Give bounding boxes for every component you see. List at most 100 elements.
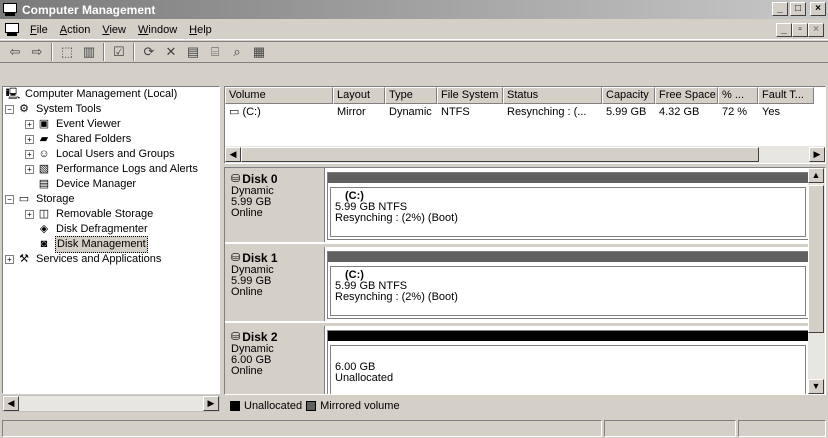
scroll-left-button[interactable]: ◀ <box>3 396 19 411</box>
tree-item-label: Disk Defragmenter <box>56 223 148 235</box>
table-cell: 4.32 GB <box>659 106 700 118</box>
partition-color-bar <box>328 331 808 341</box>
device-manager-icon: ▤ <box>38 178 50 190</box>
disk-name: ⛁ Disk 0 <box>231 173 324 185</box>
up-level-icon[interactable]: ⬚ <box>56 42 78 62</box>
tree-item-services-and-applications[interactable]: + ⚒ Services and Applications <box>3 252 219 267</box>
column-header-fault-t[interactable]: Fault T... <box>758 87 814 104</box>
expand-icon[interactable]: + <box>25 210 34 219</box>
column-header-type[interactable]: Type <box>385 87 437 104</box>
table-cell-text: (C:) <box>242 106 261 118</box>
expand-icon[interactable]: + <box>5 255 14 264</box>
disk-graphical-view: ⛁ Disk 0 Dynamic 5.99 GB Online (C:) 5.99 GB N… <box>224 167 826 395</box>
partition-details: 6.00 GB Unallocated <box>330 345 806 394</box>
scroll-left-button[interactable]: ◀ <box>225 147 241 162</box>
document-icon[interactable] <box>4 22 20 37</box>
scroll-right-button[interactable]: ▶ <box>203 396 219 411</box>
collapse-icon[interactable]: − <box>5 105 14 114</box>
open-icon[interactable]: ⌸ <box>204 42 226 62</box>
scroll-right-button[interactable]: ▶ <box>809 147 825 162</box>
show-hide-tree-icon[interactable]: ▥ <box>78 42 100 62</box>
table-row[interactable]: ▭ (C:) Mirror Dynamic NTFS Resynching : (...… <box>225 104 825 120</box>
collapse-icon[interactable]: − <box>5 195 14 204</box>
table-cell: 5.99 GB <box>606 106 647 118</box>
partition-color-bar <box>328 173 808 183</box>
disk-row: ⛁ Disk 1 Dynamic 5.99 GB Online (C:) 5.99 GB N… <box>225 247 809 323</box>
tree-item-performance-logs-and-alerts[interactable]: + ▧ Performance Logs and Alerts <box>3 162 219 177</box>
forward-arrow-icon[interactable]: ⇨ <box>26 42 48 62</box>
menu-file[interactable]: File <box>24 24 54 36</box>
doc-restore-button[interactable]: ▫ <box>792 23 808 37</box>
tree-item-storage[interactable]: − ▭ Storage <box>3 192 219 207</box>
tree-item-event-viewer[interactable]: + ▣ Event Viewer <box>3 117 219 132</box>
expand-icon[interactable]: + <box>25 150 34 159</box>
tree-item-label: Computer Management (Local) <box>25 88 178 100</box>
users-icon: ☺ <box>38 148 50 160</box>
expand-icon[interactable]: + <box>25 135 34 144</box>
column-header-layout[interactable]: Layout <box>333 87 385 104</box>
tree-item-disk-defragmenter[interactable]: ◈ Disk Defragmenter <box>3 222 219 237</box>
scroll-down-button[interactable]: ▼ <box>808 379 824 394</box>
volume-drive-icon: ▭ <box>229 106 243 118</box>
doc-minimize-button[interactable]: _ <box>776 23 792 37</box>
tree-item-label: Local Users and Groups <box>56 148 175 160</box>
column-header-capacity[interactable]: Capacity <box>602 87 655 104</box>
menu-action[interactable]: Action <box>54 24 97 36</box>
services-icon: ⚒ <box>19 253 29 265</box>
status-panel-2 <box>604 419 736 437</box>
tree-item-local-users-and-groups[interactable]: + ☺ Local Users and Groups <box>3 147 219 162</box>
scroll-up-button[interactable]: ▲ <box>808 168 824 183</box>
disk-vertical-scrollbar[interactable]: ▲ ▼ <box>808 168 825 394</box>
menu-help[interactable]: Help <box>183 24 218 36</box>
refresh-icon[interactable]: ⟳ <box>138 42 160 62</box>
column-header-file-system[interactable]: File System <box>437 87 503 104</box>
column-header-volume[interactable]: Volume <box>225 87 333 104</box>
tree-item-label: Services and Applications <box>36 253 162 265</box>
expand-icon[interactable]: + <box>25 165 34 174</box>
disk-partition[interactable]: (C:) 5.99 GB NTFS Resynching : (2%) (Boot) <box>327 251 809 319</box>
properties-icon[interactable]: ☑ <box>108 42 130 62</box>
disk-info[interactable]: ⛁ Disk 1 Dynamic 5.99 GB Online <box>225 247 325 321</box>
expand-icon[interactable]: + <box>25 120 34 129</box>
title-bar[interactable]: Computer Management _ □ × <box>0 0 828 19</box>
disk-name: ⛁ Disk 1 <box>231 252 324 264</box>
scroll-thumb[interactable] <box>808 185 824 333</box>
computer-management-icon <box>2 2 18 17</box>
disk-partition[interactable]: (C:) 5.99 GB NTFS Resynching : (2%) (Boot) <box>327 172 809 240</box>
tree-item-shared-folders[interactable]: + ▰ Shared Folders <box>3 132 219 147</box>
close-button[interactable]: × <box>810 2 826 16</box>
properties-sheet-icon[interactable]: ▤ <box>182 42 204 62</box>
delete-icon[interactable]: ✕ <box>160 42 182 62</box>
doc-close-button[interactable]: × <box>808 23 824 37</box>
menu-view[interactable]: View <box>96 24 132 36</box>
disk-info[interactable]: ⛁ Disk 2 Dynamic 6.00 GB Online <box>225 326 325 394</box>
back-arrow-icon[interactable]: ⇦ <box>4 42 26 62</box>
settings-icon[interactable]: ▦ <box>248 42 270 62</box>
tree-item-system-tools[interactable]: − ⚙ System Tools <box>3 102 219 117</box>
tree-item-device-manager[interactable]: ▤ Device Manager <box>3 177 219 192</box>
status-panel-main <box>2 419 602 437</box>
table-cell: Mirror <box>337 106 366 118</box>
search-icon[interactable]: ⌕ <box>226 42 248 62</box>
disk-partition[interactable]: 6.00 GB Unallocated <box>327 330 809 394</box>
legend-swatch-mirrored <box>306 401 317 411</box>
tree-horizontal-scrollbar[interactable]: ◀ ▶ <box>2 395 220 412</box>
disk-icon: ⛁ <box>231 331 241 343</box>
table-cell: NTFS <box>441 106 470 118</box>
disk-info[interactable]: ⛁ Disk 0 Dynamic 5.99 GB Online <box>225 168 325 242</box>
legend-label-unallocated: Unallocated <box>244 400 303 412</box>
menu-window[interactable]: Window <box>132 24 183 36</box>
volume-horizontal-scrollbar[interactable]: ◀ ▶ <box>225 146 825 163</box>
tree-item-disk-management[interactable]: ◙ Disk Management <box>3 236 219 253</box>
tree-item-removable-storage[interactable]: + ◫ Removable Storage <box>3 207 219 222</box>
partition-line1: 6.00 GB <box>335 361 376 373</box>
maximize-button[interactable]: □ <box>790 2 806 16</box>
window-title: Computer Management <box>22 2 156 17</box>
minimize-button[interactable]: _ <box>772 2 788 16</box>
scroll-thumb[interactable] <box>241 147 759 162</box>
column-header-[interactable]: % ... <box>718 87 758 104</box>
tree-item-label: System Tools <box>36 103 102 115</box>
column-header-free-space[interactable]: Free Space <box>655 87 718 104</box>
column-header-status[interactable]: Status <box>503 87 602 104</box>
tree-item-computer-management-local[interactable]: 🖳 Computer Management (Local) <box>3 87 219 102</box>
